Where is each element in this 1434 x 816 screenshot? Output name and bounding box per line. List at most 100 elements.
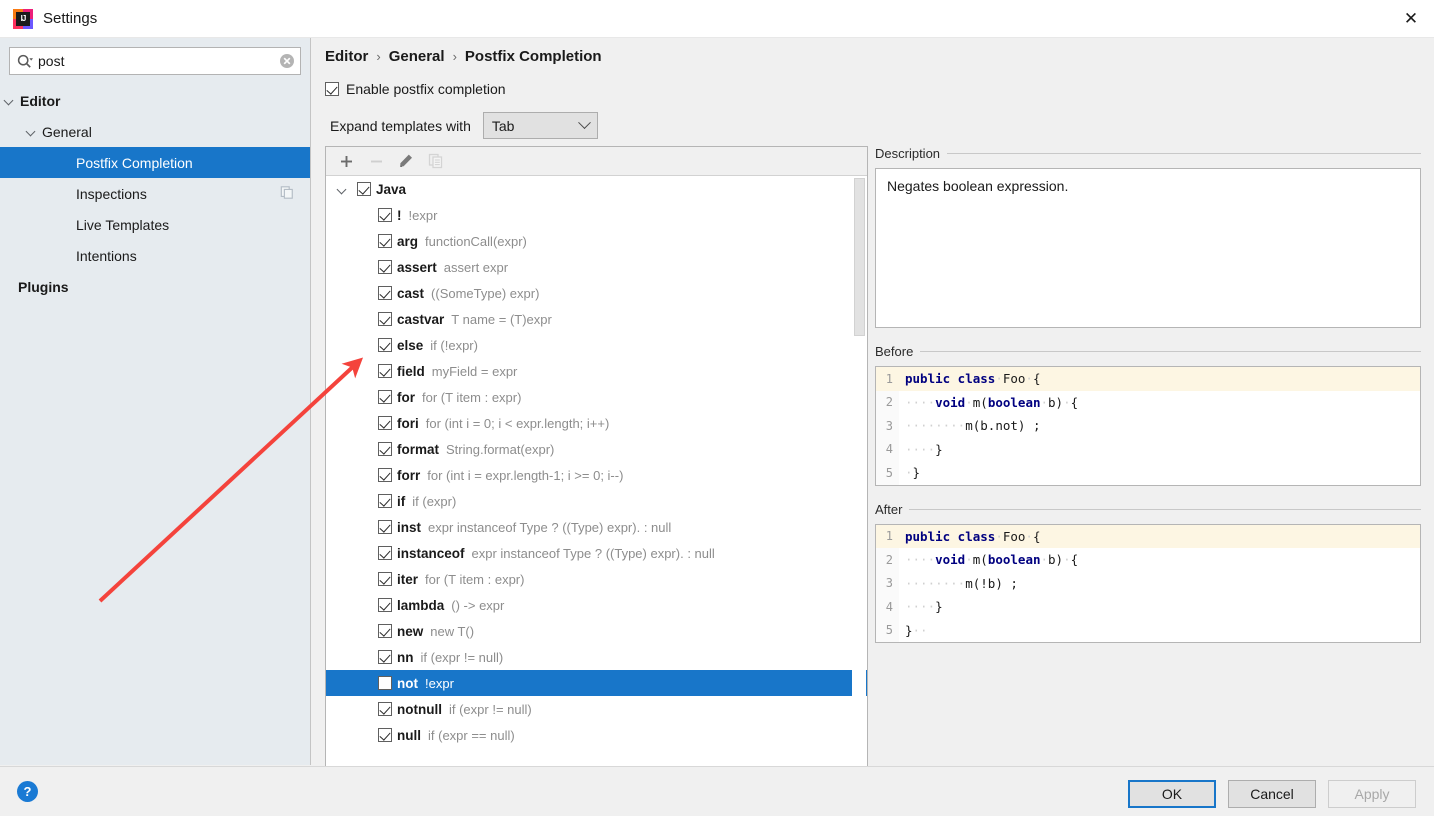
- template-row[interactable]: forfor (T item : expr): [326, 384, 867, 410]
- clear-icon[interactable]: [274, 53, 300, 69]
- template-row[interactable]: instexpr instanceof Type ? ((Type) expr)…: [326, 514, 867, 540]
- template-row[interactable]: assertassert expr: [326, 254, 867, 280]
- search-icon[interactable]: [12, 54, 38, 69]
- breadcrumb-part[interactable]: Editor: [325, 48, 368, 65]
- template-row[interactable]: lambda() -> expr: [326, 592, 867, 618]
- close-icon[interactable]: ✕: [1388, 0, 1434, 38]
- detail-column: Description Negates boolean expression. …: [875, 146, 1421, 796]
- search-box[interactable]: [9, 47, 301, 75]
- template-row[interactable]: elseif (!expr): [326, 332, 867, 358]
- template-example: if (expr != null): [449, 702, 532, 717]
- template-checkbox[interactable]: [378, 572, 392, 586]
- before-title-label: Before: [875, 344, 913, 359]
- template-row[interactable]: nnif (expr != null): [326, 644, 867, 670]
- templates-list[interactable]: Java!!exprargfunctionCall(expr)assertass…: [326, 176, 867, 795]
- sidebar-item-intentions[interactable]: Intentions: [0, 240, 310, 271]
- line-number: 1: [876, 525, 899, 549]
- template-checkbox[interactable]: [378, 494, 392, 508]
- template-row[interactable]: forrfor (int i = expr.length-1; i >= 0; …: [326, 462, 867, 488]
- code-line: 5}··: [876, 619, 1420, 643]
- search-input[interactable]: [38, 49, 274, 73]
- chevron-down-icon[interactable]: [3, 94, 16, 107]
- template-row[interactable]: ifif (expr): [326, 488, 867, 514]
- ok-button[interactable]: OK: [1128, 780, 1216, 808]
- template-row[interactable]: castvarT name = (T)expr: [326, 306, 867, 332]
- line-number: 5: [876, 461, 899, 485]
- sidebar-item-label: General: [42, 124, 92, 140]
- template-example: if (expr): [412, 494, 456, 509]
- template-checkbox[interactable]: [378, 520, 392, 534]
- template-checkbox[interactable]: [378, 338, 392, 352]
- add-template-button[interactable]: [333, 149, 359, 173]
- remove-template-button: [363, 149, 389, 173]
- code-line: 3········m(!b) ;: [876, 572, 1420, 596]
- template-checkbox[interactable]: [378, 442, 392, 456]
- template-example: ((SomeType) expr): [431, 286, 539, 301]
- template-key: new: [397, 624, 423, 639]
- template-row[interactable]: fieldmyField = expr: [326, 358, 867, 384]
- template-row[interactable]: !!expr: [326, 202, 867, 228]
- group-checkbox[interactable]: [357, 182, 371, 196]
- template-row[interactable]: instanceofexpr instanceof Type ? ((Type)…: [326, 540, 867, 566]
- templates-scrollbar[interactable]: [852, 177, 866, 794]
- template-group-row[interactable]: Java: [326, 176, 867, 202]
- breadcrumb-part[interactable]: General: [389, 48, 445, 65]
- line-number: 2: [876, 391, 899, 415]
- template-checkbox[interactable]: [378, 312, 392, 326]
- edit-template-button[interactable]: [393, 149, 419, 173]
- template-checkbox[interactable]: [378, 650, 392, 664]
- template-checkbox[interactable]: [378, 468, 392, 482]
- title-bar: IJ Settings ✕: [0, 0, 1434, 38]
- template-row[interactable]: iterfor (T item : expr): [326, 566, 867, 592]
- sidebar-item-plugins[interactable]: Plugins: [0, 271, 310, 302]
- template-example: for (T item : expr): [422, 390, 521, 405]
- template-checkbox[interactable]: [378, 598, 392, 612]
- template-row[interactable]: forifor (int i = 0; i < expr.length; i++…: [326, 410, 867, 436]
- line-number: 4: [876, 438, 899, 462]
- description-section-title: Description: [875, 146, 1421, 161]
- cancel-button[interactable]: Cancel: [1228, 780, 1316, 808]
- template-checkbox[interactable]: [378, 624, 392, 638]
- template-key: iter: [397, 572, 418, 587]
- code-text: ····void·m(boolean·b)·{: [899, 548, 1420, 572]
- template-key: null: [397, 728, 421, 743]
- template-checkbox[interactable]: [378, 260, 392, 274]
- apply-button: Apply: [1328, 780, 1416, 808]
- template-checkbox[interactable]: [378, 676, 392, 690]
- template-checkbox[interactable]: [378, 702, 392, 716]
- scrollbar-thumb[interactable]: [854, 178, 865, 336]
- copy-icon[interactable]: [280, 185, 294, 202]
- template-row[interactable]: not!expr: [326, 670, 867, 696]
- enable-postfix-completion-checkbox[interactable]: Enable postfix completion: [325, 81, 506, 97]
- enable-checkbox-label: Enable postfix completion: [346, 81, 506, 97]
- description-title-label: Description: [875, 146, 940, 161]
- expand-templates-select[interactable]: Tab: [483, 112, 598, 139]
- sidebar-item-live-templates[interactable]: Live Templates: [0, 209, 310, 240]
- template-checkbox[interactable]: [378, 728, 392, 742]
- main-content: Editor›General›Postfix Completion Enable…: [312, 38, 1434, 765]
- chevron-down-icon[interactable]: [336, 183, 349, 196]
- template-checkbox[interactable]: [378, 234, 392, 248]
- template-row[interactable]: nullif (expr == null): [326, 722, 867, 748]
- sidebar-item-postfix-completion[interactable]: Postfix Completion: [0, 147, 310, 178]
- help-icon[interactable]: ?: [17, 781, 38, 802]
- template-row[interactable]: newnew T(): [326, 618, 867, 644]
- chevron-down-icon[interactable]: [25, 125, 38, 138]
- sidebar-item-general[interactable]: General: [0, 116, 310, 147]
- template-checkbox[interactable]: [378, 364, 392, 378]
- sidebar-item-label: Postfix Completion: [76, 155, 193, 171]
- template-row[interactable]: notnullif (expr != null): [326, 696, 867, 722]
- template-row[interactable]: formatString.format(expr): [326, 436, 867, 462]
- line-number: 3: [876, 414, 899, 438]
- enable-checkbox-box[interactable]: [325, 82, 339, 96]
- template-row[interactable]: cast((SomeType) expr): [326, 280, 867, 306]
- template-row[interactable]: argfunctionCall(expr): [326, 228, 867, 254]
- sidebar-item-inspections[interactable]: Inspections: [0, 178, 310, 209]
- template-checkbox[interactable]: [378, 208, 392, 222]
- template-checkbox[interactable]: [378, 416, 392, 430]
- description-text: Negates boolean expression.: [875, 168, 1421, 328]
- template-checkbox[interactable]: [378, 286, 392, 300]
- sidebar-item-editor[interactable]: Editor: [0, 85, 310, 116]
- template-checkbox[interactable]: [378, 390, 392, 404]
- template-checkbox[interactable]: [378, 546, 392, 560]
